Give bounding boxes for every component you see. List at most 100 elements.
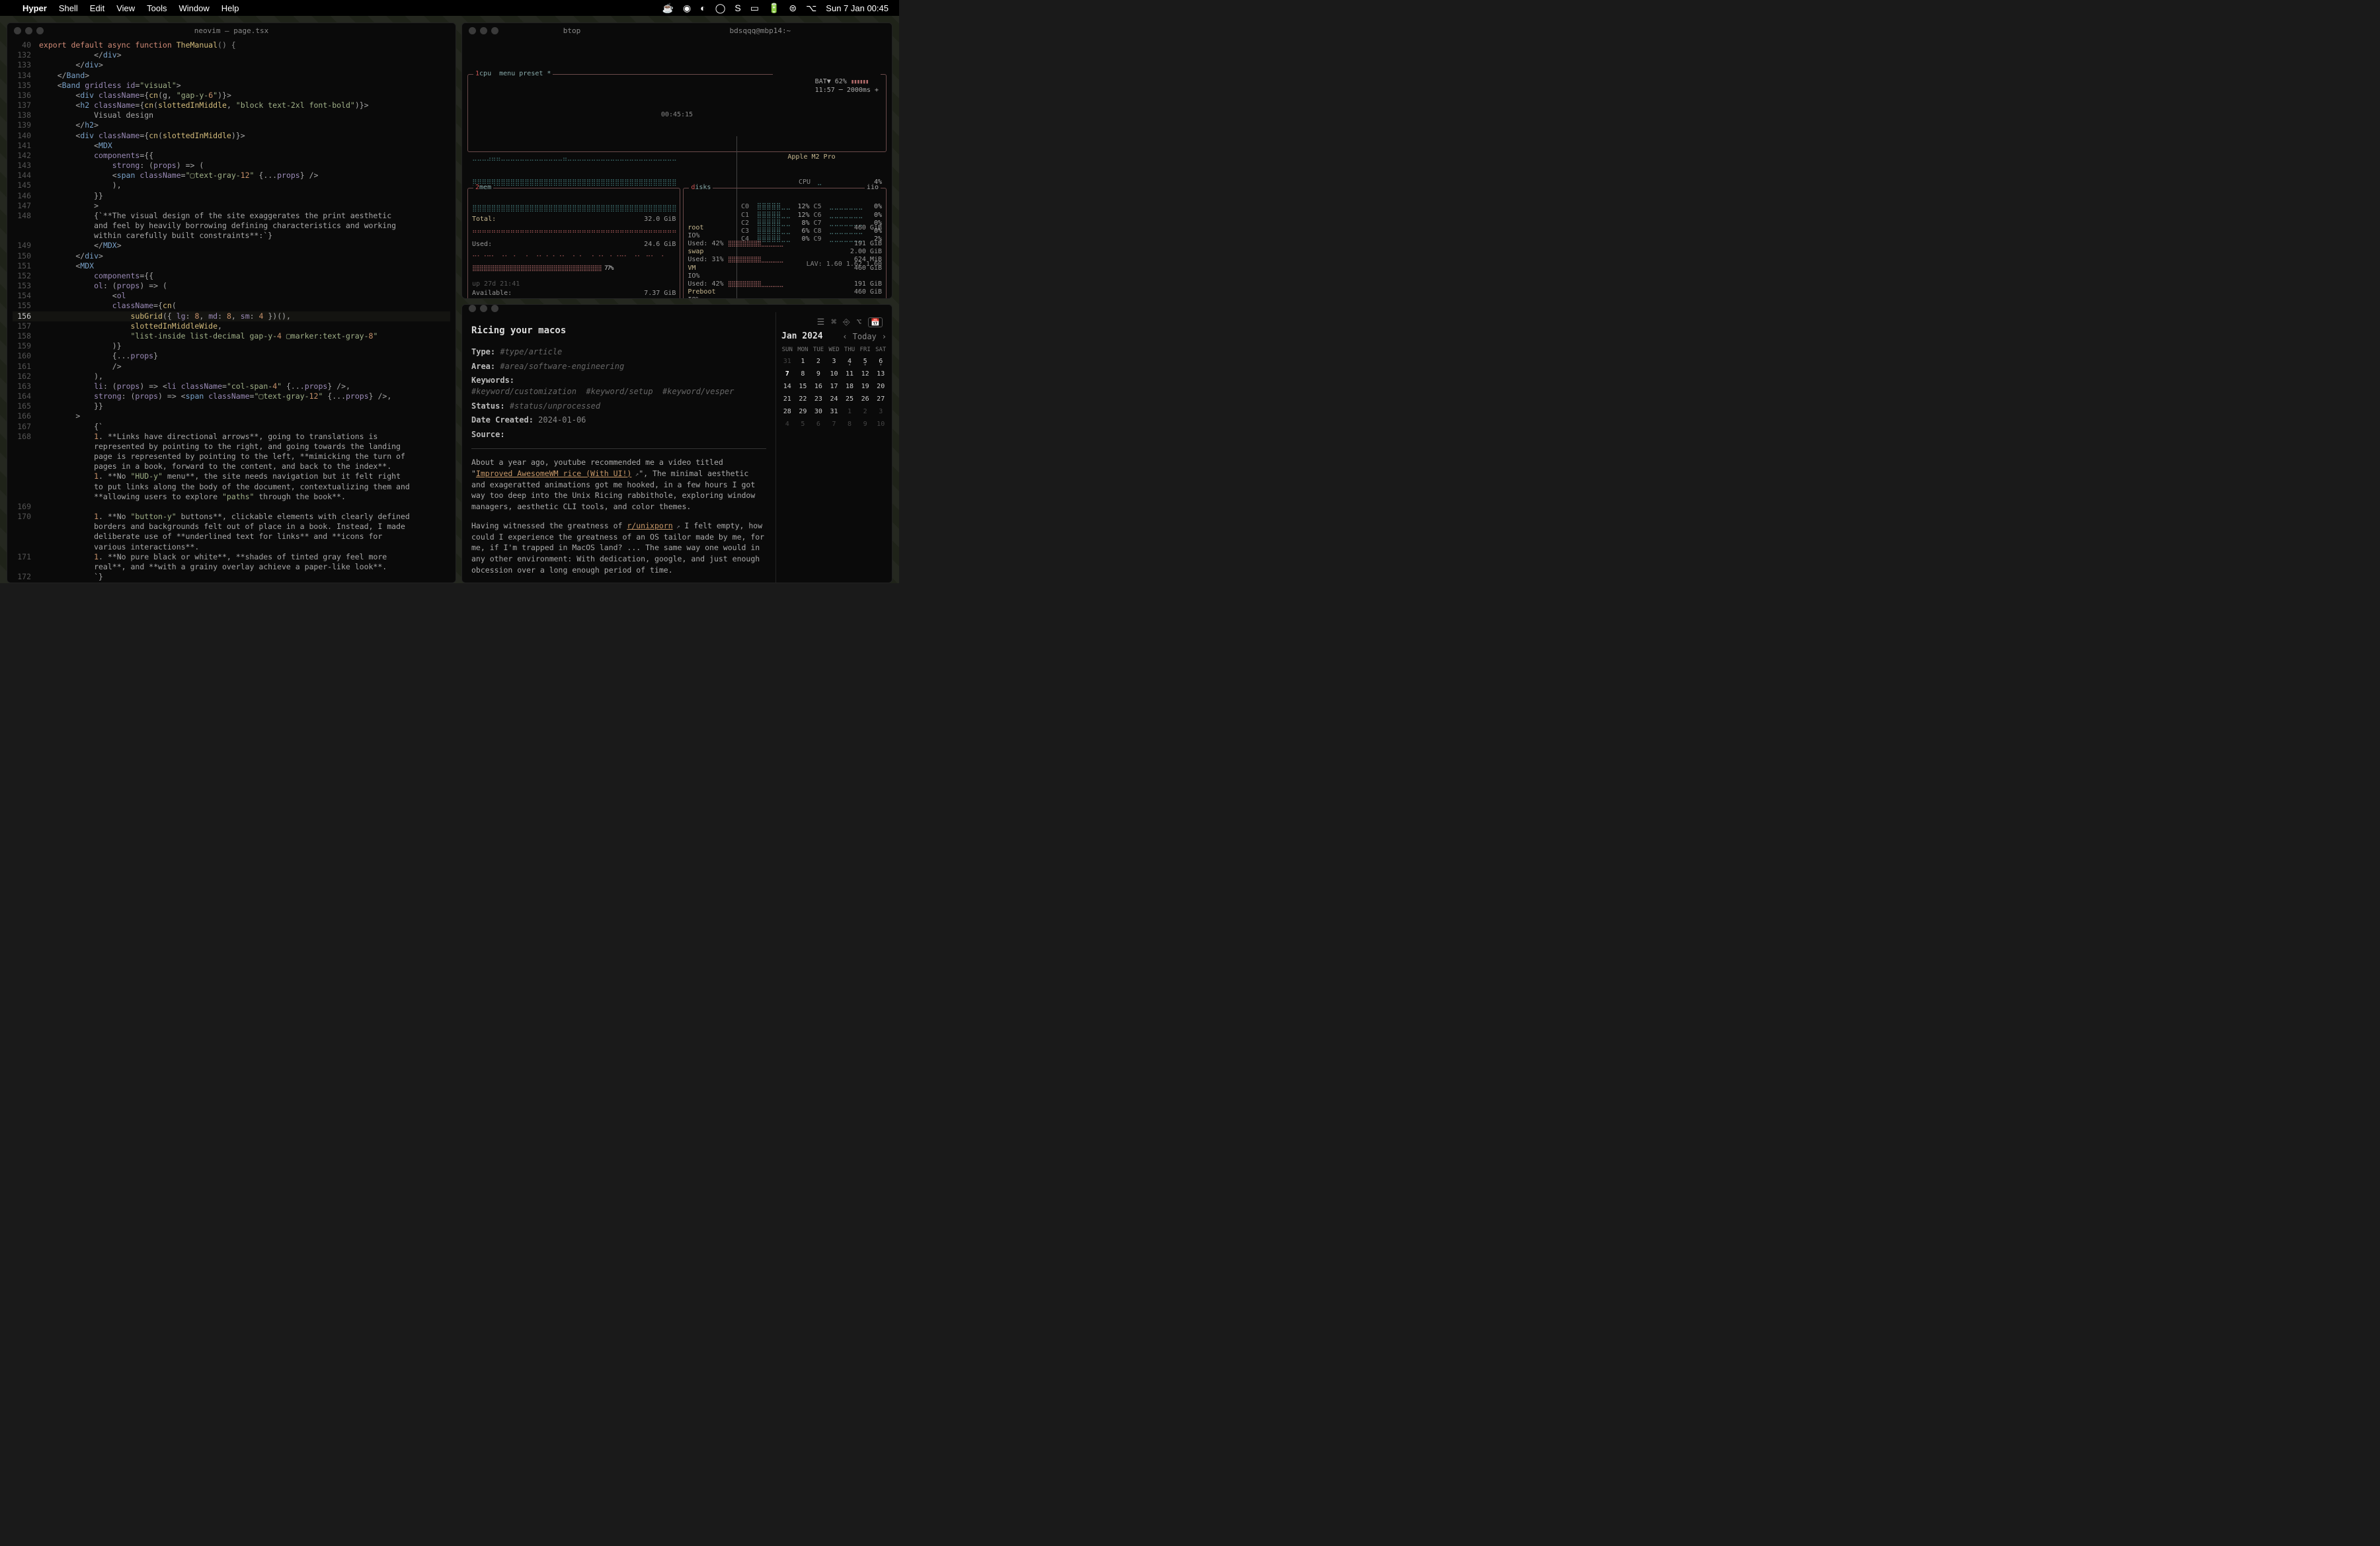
code-line[interactable]: 144 <span className="▢text-gray-12" {...…: [13, 171, 450, 181]
code-line[interactable]: 165 }}: [13, 401, 450, 411]
skype-icon[interactable]: S: [734, 3, 740, 13]
code-line[interactable]: 161 />: [13, 362, 450, 372]
editor-body[interactable]: 40 export default async function TheManu…: [7, 38, 456, 583]
code-line[interactable]: 157 slottedInMiddleWide,: [13, 321, 450, 331]
code-line[interactable]: 162 ),: [13, 372, 450, 382]
battery-icon[interactable]: 🔋: [768, 3, 779, 14]
calendar-day[interactable]: 31: [780, 356, 795, 367]
code-line[interactable]: 154 <ol: [13, 291, 450, 301]
code-line[interactable]: 142 components={{: [13, 151, 450, 161]
calendar-day[interactable]: 4: [780, 419, 795, 430]
code-line[interactable]: 160 {...props}: [13, 351, 450, 361]
code-line[interactable]: 148 {`**The visual design of the site ex…: [13, 211, 450, 221]
code-line[interactable]: 137 <h2 className={cn(slottedInMiddle, "…: [13, 101, 450, 110]
github-icon[interactable]: ◯: [715, 3, 726, 14]
menu-shell[interactable]: Shell: [59, 3, 78, 13]
window-titlebar[interactable]: btop bdsqqq@mbp14:~: [462, 23, 892, 38]
tag-icon[interactable]: ⌘: [831, 317, 836, 327]
calendar-day[interactable]: 20: [873, 381, 888, 392]
code-line[interactable]: 146 }}: [13, 191, 450, 201]
code-line[interactable]: 150 </div>: [13, 251, 450, 261]
code-line[interactable]: page is represented by pointing to the l…: [13, 452, 450, 462]
control-center-icon[interactable]: ⌥: [806, 3, 816, 14]
code-line[interactable]: 164 strong: (props) => <span className="…: [13, 391, 450, 401]
notes-content[interactable]: Ricing your macos Type: #type/article Ar…: [462, 312, 775, 583]
menu-window[interactable]: Window: [179, 3, 210, 13]
code-line[interactable]: 172 `}: [13, 572, 450, 582]
link-unixporn[interactable]: r/unixporn: [627, 521, 672, 530]
code-line[interactable]: 155 className={cn(: [13, 301, 450, 311]
code-line[interactable]: real**, and **with a grainy overlay achi…: [13, 562, 450, 572]
calendar-today-button[interactable]: Today: [853, 332, 877, 341]
menu-edit[interactable]: Edit: [90, 3, 104, 13]
code-line[interactable]: 143 strong: (props) => (: [13, 161, 450, 171]
menubar-app-name[interactable]: Hyper: [22, 3, 47, 13]
linear-icon[interactable]: ◐: [700, 3, 705, 13]
code-line[interactable]: 156 subGrid({ lg: 8, md: 8, sm: 4 })(),: [13, 311, 450, 321]
calendar-day[interactable]: 3: [873, 406, 888, 417]
calendar-day[interactable]: 19: [858, 381, 873, 392]
calendar-icon[interactable]: 📅: [868, 317, 883, 327]
calendar-day[interactable]: 5•: [858, 356, 873, 367]
code-line[interactable]: borders and backgrounds felt out of plac…: [13, 522, 450, 532]
calendar-day[interactable]: 10: [827, 368, 842, 380]
traffic-lights[interactable]: [462, 305, 498, 312]
code-line[interactable]: 169: [13, 502, 450, 512]
code-line[interactable]: 138 Visual design: [13, 110, 450, 120]
calendar-day[interactable]: 2: [811, 356, 826, 367]
code-line[interactable]: and feel by heavily borrowing defining c…: [13, 221, 450, 231]
code-line[interactable]: pages in a book, forward to the content,…: [13, 462, 450, 471]
code-line[interactable]: represented by pointing to the right, an…: [13, 442, 450, 452]
code-line[interactable]: to put links along the body of the docum…: [13, 482, 450, 492]
calendar-day[interactable]: 15: [796, 381, 811, 392]
code-line[interactable]: 145 ),: [13, 181, 450, 190]
calendar-day[interactable]: 13: [873, 368, 888, 380]
code-line[interactable]: 135 <Band gridless id="visual">: [13, 81, 450, 91]
calendar-day[interactable]: 10: [873, 419, 888, 430]
menubar-datetime[interactable]: Sun 7 Jan 00:45: [826, 3, 889, 13]
code-line[interactable]: 158 "list-inside list-decimal gap-y-4 ▢m…: [13, 331, 450, 341]
calendar-day[interactable]: 25: [842, 393, 857, 405]
calendar-prev-icon[interactable]: ‹: [842, 332, 847, 341]
window-titlebar[interactable]: [462, 305, 892, 312]
calendar-day[interactable]: 30: [811, 406, 826, 417]
calendar-day[interactable]: 18: [842, 381, 857, 392]
code-line[interactable]: deliberate use of **underlined text for …: [13, 532, 450, 542]
code-line[interactable]: 134 </Band>: [13, 71, 450, 81]
code-line[interactable]: 140 <div className={cn(slottedInMiddle)}…: [13, 131, 450, 141]
code-line[interactable]: 153 ol: (props) => (: [13, 281, 450, 291]
code-line[interactable]: within carefully built constraints**:`}: [13, 231, 450, 241]
code-line[interactable]: **allowing users to explore "paths" thro…: [13, 492, 450, 502]
link-icon[interactable]: ⎆: [843, 317, 850, 327]
coffee-icon[interactable]: ☕: [662, 3, 674, 14]
menu-tools[interactable]: Tools: [147, 3, 167, 13]
calendar-day[interactable]: 12: [858, 368, 873, 380]
calendar-day[interactable]: 27: [873, 393, 888, 405]
code-line[interactable]: 159 )}: [13, 341, 450, 351]
calendar-day[interactable]: 1: [842, 406, 857, 417]
calendar-day[interactable]: 24: [827, 393, 842, 405]
code-line[interactable]: 168 1. **Links have directional arrows**…: [13, 432, 450, 442]
calendar-day[interactable]: 9: [858, 419, 873, 430]
code-line[interactable]: 136 <div className={cn(g, "gap-y-6")}>: [13, 91, 450, 101]
code-line[interactable]: 149 </MDX>: [13, 241, 450, 251]
window-titlebar[interactable]: neovim — page.tsx: [7, 23, 456, 38]
spotify-icon[interactable]: ◉: [683, 3, 691, 14]
code-line[interactable]: 139 </h2>: [13, 120, 450, 130]
calendar-day[interactable]: 8: [842, 419, 857, 430]
calendar-day[interactable]: 23: [811, 393, 826, 405]
calendar-next-icon[interactable]: ›: [882, 332, 887, 341]
wifi-icon[interactable]: ⊜: [789, 3, 797, 14]
code-line[interactable]: 133 </div>: [13, 60, 450, 70]
code-line[interactable]: various interactions**.: [13, 542, 450, 552]
calendar-day[interactable]: 16: [811, 381, 826, 392]
calendar-day[interactable]: 8: [796, 368, 811, 380]
code-line[interactable]: 167 {`: [13, 422, 450, 432]
graph-icon[interactable]: ⌥: [856, 317, 861, 327]
menu-view[interactable]: View: [116, 3, 135, 13]
calendar-day[interactable]: 9: [811, 368, 826, 380]
display-icon[interactable]: ▭: [750, 3, 759, 14]
code-line[interactable]: 166 >: [13, 411, 450, 421]
calendar-day[interactable]: 29: [796, 406, 811, 417]
list-icon[interactable]: ☰: [817, 317, 825, 327]
